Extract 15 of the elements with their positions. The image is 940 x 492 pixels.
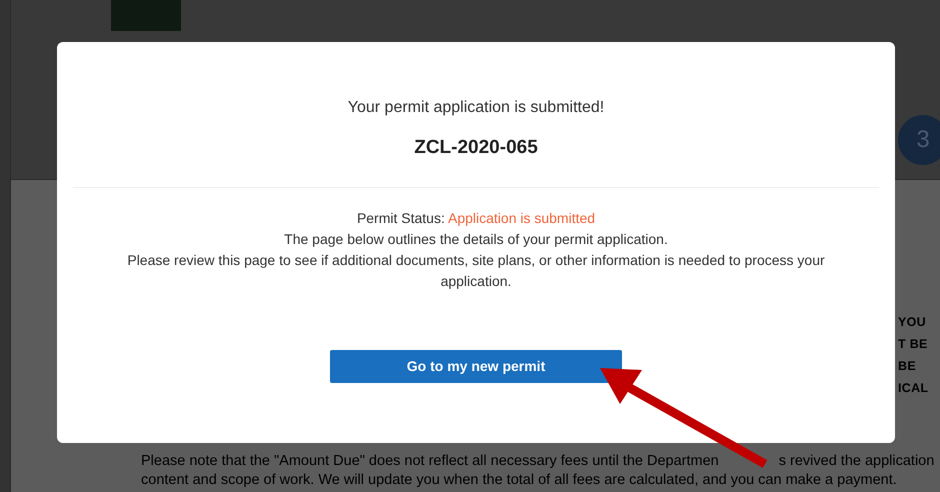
dialog-heading: Your permit application is submitted!: [346, 98, 606, 118]
logo-icon: [111, 0, 181, 31]
description-text: The page below outlines the details of your permit application.: [283, 230, 669, 249]
notice-text: s revived the application: [778, 452, 934, 471]
warning-text: T BE: [898, 336, 928, 353]
warning-text: BE: [898, 358, 917, 375]
warning-text: ICAL: [898, 380, 928, 397]
permit-id: ZCL-2020-065: [413, 136, 539, 160]
notice-text: Please note that the "Amount Due" does not reflect all necessary fees until the Departmen: [141, 452, 719, 471]
warning-text: YOU: [898, 314, 927, 331]
status-value: Application is submitted: [448, 210, 596, 226]
notice-text: content and scope of work. We will update you when the total of all fees are calculated, and you can make a payment.: [141, 471, 897, 490]
go-to-permit-button[interactable]: Go to my new permit: [330, 350, 622, 382]
description-text: Please review this page to see if additional documents, site plans, or other information is needed to process your application.: [126, 250, 826, 291]
status-label: Permit Status:: [356, 210, 445, 226]
